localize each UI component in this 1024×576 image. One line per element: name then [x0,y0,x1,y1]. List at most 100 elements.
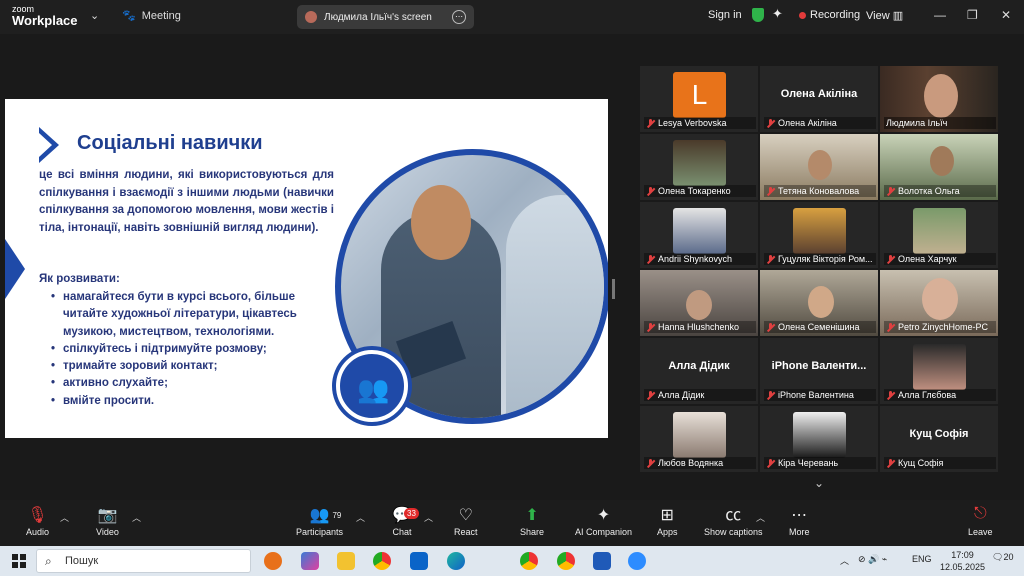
participant-tile[interactable]: Олена Акіліна Олена Акіліна [760,66,878,132]
participants-button[interactable]: 👥 79 Participants [296,505,343,537]
notification-badge[interactable]: 🗨20 [992,552,1013,563]
participant-tile[interactable]: Олена Токаренко [640,134,758,200]
chevron-up-icon[interactable]: ︿ [424,511,433,524]
more-options-icon[interactable]: ⋯ [452,10,466,24]
tray-icons[interactable]: ⊘ 🔊 ⌁ [858,554,887,565]
participant-tile[interactable]: Hanna Hlushchenko [640,270,758,336]
captions-button[interactable]: ㏄ Show captions [704,505,763,537]
chevron-up-icon[interactable]: ︿ [356,511,365,524]
participant-tile[interactable]: Тетяна Коновалова [760,134,878,200]
recording-indicator[interactable]: Recording [799,9,860,21]
participant-name-bar: Олена Токаренко [644,185,756,197]
participant-name: Гуцуляк Вікторія Ром... [778,254,873,264]
participant-tile[interactable]: Кущ Софія Кущ Софія [880,406,998,472]
grid-icon: ▥ [892,10,904,22]
apps-button[interactable]: ⊞ Apps [657,505,678,537]
participant-tile[interactable]: Волотка Ольга [880,134,998,200]
participant-big-name: iPhone Валенти... [771,360,867,372]
participant-big-name: Олена Акіліна [780,88,858,100]
close-icon[interactable]: ✕ [1001,8,1011,22]
chrome-profile-icon[interactable] [520,552,538,570]
title-bar: zoom Workplace ⌄ 🐾 Meeting Людмила Ільїч… [0,0,1024,34]
participant-name-bar: Олена Харчук [884,253,996,265]
outlook-icon[interactable] [410,552,428,570]
participant-name-bar: iPhone Валентина [764,389,876,401]
bullet-item: спілкуйтесь і підтримуйте розмову; [51,341,333,359]
restore-icon[interactable]: ❐ [967,8,978,22]
view-button[interactable]: View ▥ [866,9,903,22]
zoom-logo: zoom Workplace [12,5,78,28]
participant-tile[interactable]: Любов Водянка [640,406,758,472]
zoom-app-icon[interactable] [628,552,646,570]
chevron-down-icon[interactable]: ⌄ [90,9,99,22]
mic-muted-icon [766,322,775,332]
mic-muted-icon [646,254,655,264]
mic-muted-icon [886,322,895,332]
participant-tile-active[interactable]: Людмила Ільїч [880,66,998,132]
participant-name: Алла Дідик [658,390,705,400]
windows-start-icon[interactable] [12,554,26,568]
audio-button[interactable]: 🎙 Audio [26,505,49,537]
sign-in-button[interactable]: Sign in [708,9,742,21]
people-badge: 👥 [336,350,408,422]
participant-name: Любов Водянка [658,458,724,468]
search-placeholder: Пошук [65,555,99,567]
ai-sparkle-icon: ✦ [596,507,611,524]
edge-icon[interactable] [447,552,465,570]
participant-name-bar: Гуцуляк Вікторія Ром... [764,253,876,265]
avatar: L [673,72,726,118]
participant-tile[interactable]: Кіра Черевань [760,406,878,472]
taskbar-search[interactable]: ⌕ Пошук [36,549,251,573]
ai-sparkle-icon[interactable]: ✦ [772,6,783,22]
chevron-up-icon[interactable]: ︿ [132,511,141,524]
ai-companion-button[interactable]: ✦ AI Companion [575,505,632,537]
clock[interactable]: 17:09 12.05.2025 [940,549,985,573]
apps-icon: ⊞ [660,507,674,524]
video-button[interactable]: 📷 Video [96,505,119,537]
screen-share-label: Людмила Ільїч's screen [324,11,432,23]
participant-name: Олена Акіліна [778,118,837,128]
more-icon: ⋯ [791,507,808,524]
file-explorer-icon[interactable] [337,552,355,570]
language-indicator[interactable]: ENG [912,554,932,564]
minimize-icon[interactable]: — [934,8,946,22]
react-button[interactable]: ♡ React [454,505,478,537]
participant-name-bar: Людмила Ільїч [884,117,996,129]
participant-big-name: Алла Дідик [668,360,730,372]
participant-tile[interactable]: Алла Дідик Алла Дідик [640,338,758,404]
participant-tile[interactable]: Олена Харчук [880,202,998,268]
mic-muted-icon [646,458,655,468]
chevron-up-icon[interactable]: ︿ [840,554,849,567]
participant-tile[interactable]: Гуцуляк Вікторія Ром... [760,202,878,268]
meeting-menu[interactable]: 🐾 Meeting [122,9,181,23]
participant-tile[interactable]: iPhone Валенти... iPhone Валентина [760,338,878,404]
firefox-icon[interactable] [264,552,282,570]
chevron-up-icon[interactable]: ︿ [60,511,69,524]
chrome-profile-icon[interactable] [557,552,575,570]
participant-tile[interactable]: Petro ZinychHome-PC [880,270,998,336]
clock-time: 17:09 [951,550,974,560]
meeting-toolbar: 🎙 Audio ︿ 📷 Video ︿ 👥 79 Participants ︿ 💬… [0,500,1024,546]
more-button[interactable]: ⋯ More [789,505,810,537]
shield-icon[interactable] [752,8,764,22]
screen-share-pill[interactable]: Людмила Ільїч's screen ⋯ [297,5,474,29]
leave-icon: ⎋ [973,505,987,522]
copilot-icon[interactable] [301,552,319,570]
share-button[interactable]: ⬆ Share [520,505,544,537]
leave-button[interactable]: ⎋ Leave [968,505,993,537]
participant-name-bar: Алла Глєбова [884,389,996,401]
clock-date: 12.05.2025 [940,562,986,572]
participant-tile[interactable]: Andrii Shynkovych [640,202,758,268]
participant-tile[interactable]: Алла Глєбова [880,338,998,404]
chevron-up-icon[interactable]: ︿ [756,511,765,524]
word-icon[interactable] [593,552,611,570]
mic-muted-icon [766,458,775,468]
chevron-down-icon[interactable]: ⌄ [814,476,824,490]
participant-tile[interactable]: L Lesya Verbovska [640,66,758,132]
chrome-icon[interactable] [373,552,391,570]
avatar [673,140,726,186]
splitter-handle[interactable] [612,279,615,299]
participant-name-bar: Кіра Черевань [764,457,876,469]
zoom-window: zoom Workplace ⌄ 🐾 Meeting Людмила Ільїч… [0,0,1024,576]
participant-tile[interactable]: Олена Семенішина [760,270,878,336]
